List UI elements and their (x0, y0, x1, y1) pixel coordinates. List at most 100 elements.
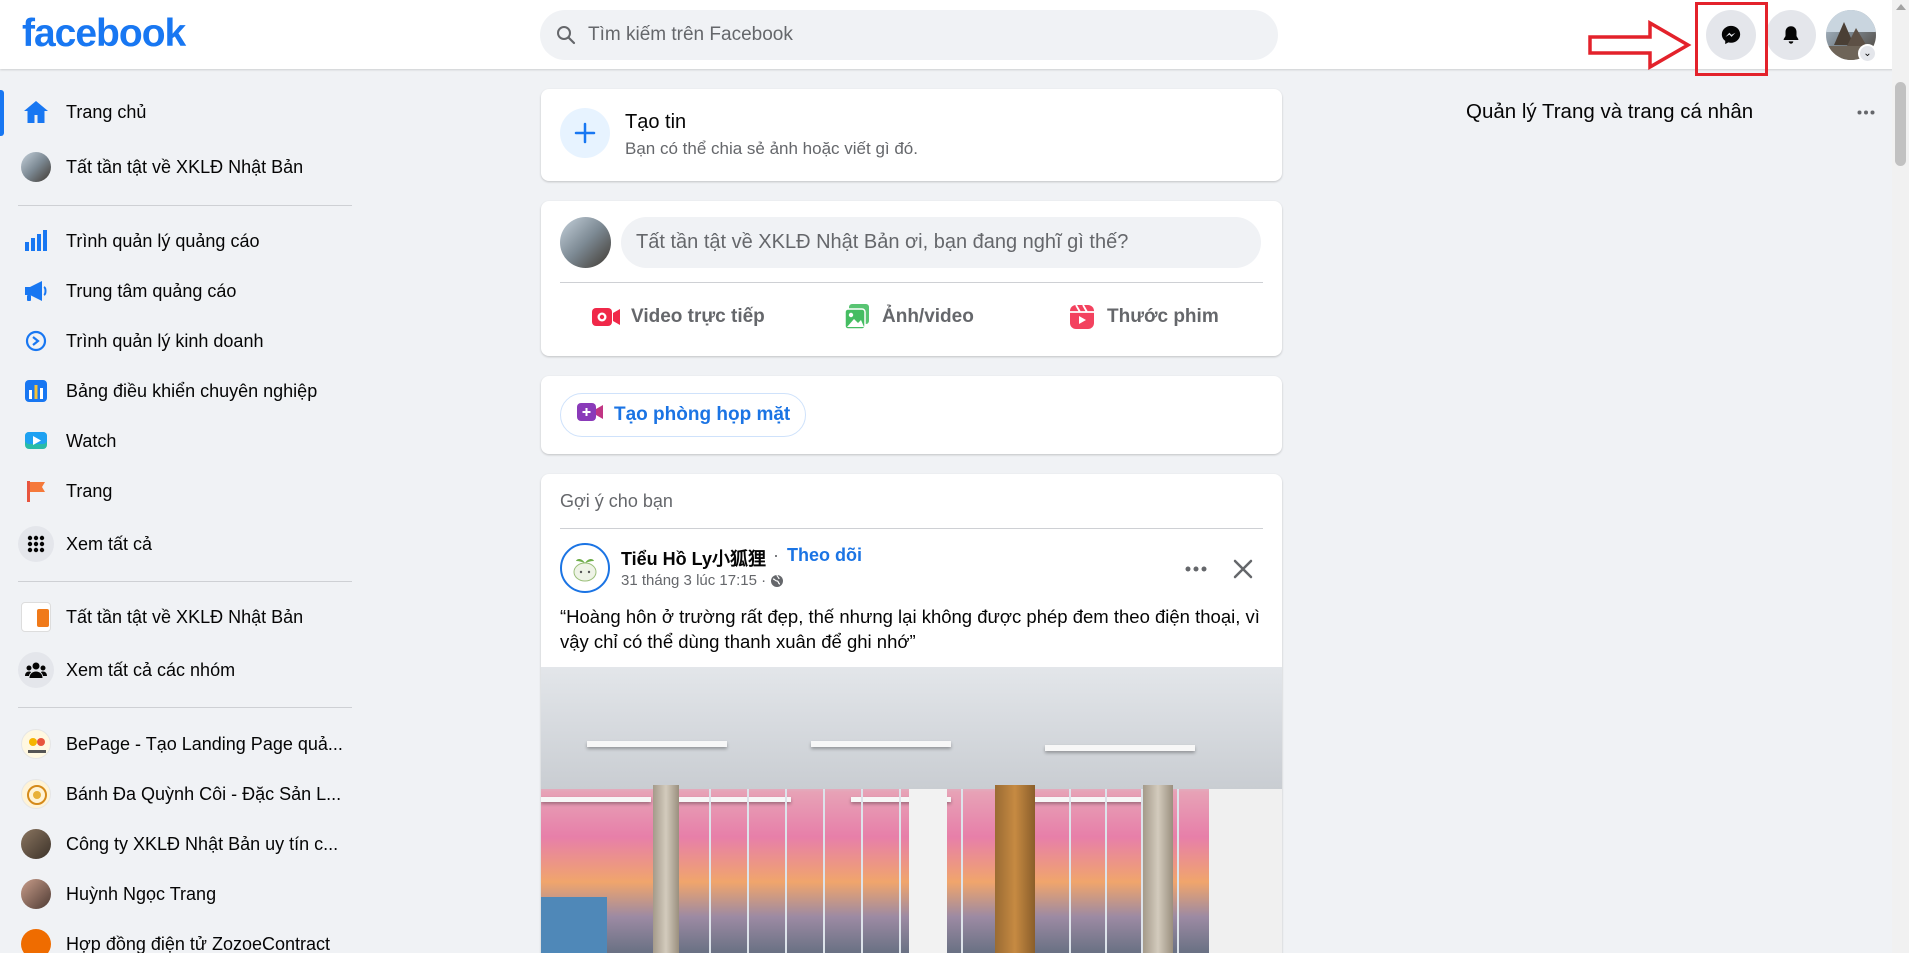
sidebar-item-business-manager[interactable]: Trình quản lý kinh doanh (8, 317, 352, 365)
sidebar-item-label: Watch (66, 430, 117, 451)
post-composer: Tất tần tật về XKLĐ Nhật Bản ơi, bạn đan… (541, 201, 1282, 356)
create-room-label: Tạo phòng họp mặt (614, 404, 791, 425)
megaphone-icon (18, 273, 54, 309)
sidebar-item-shortcut[interactable]: Công ty XKLĐ Nhật Bản uy tín c... (8, 820, 352, 868)
post-text: “Hoàng hôn ở trường rất đẹp, thế nhưng l… (560, 606, 1260, 652)
page-avatar[interactable] (560, 543, 610, 593)
sidebar-item-ad-center[interactable]: Trung tâm quảng cáo (8, 267, 352, 315)
sidebar-item-shortcut[interactable]: BePage - Tạo Landing Page quả... (8, 720, 352, 768)
sidebar-item-label: Bảng điều khiển chuyên nghiệp (66, 380, 318, 401)
search-icon (557, 26, 576, 45)
globe-icon (771, 574, 784, 587)
sidebar-item-all-groups[interactable]: Xem tất cả các nhóm (8, 646, 352, 694)
pillar (909, 789, 947, 953)
sidebar-divider (18, 581, 352, 582)
more-options-button[interactable] (1177, 550, 1215, 588)
post-timestamp[interactable]: 31 tháng 3 lúc 17:15 · (621, 572, 784, 589)
scroll-up-arrow[interactable] (1896, 4, 1906, 10)
profile-avatar[interactable] (560, 217, 611, 268)
ads-manager-icon (18, 223, 54, 259)
plus-icon[interactable] (560, 108, 610, 158)
more-options-button[interactable] (1852, 98, 1880, 126)
create-story-title: Tạo tin (625, 111, 687, 133)
reels-button[interactable]: Thước phim (1067, 299, 1219, 335)
chevron-down-icon[interactable]: ⌄ (1858, 44, 1877, 63)
sidebar-item-label: BePage - Tạo Landing Page quả... (66, 733, 343, 754)
sidebar-item-label: Tất tần tật về XKLĐ Nhật Bản (66, 606, 304, 627)
follow-button[interactable]: Theo dõi (787, 545, 862, 566)
ceiling-lamp (1045, 745, 1195, 751)
notifications-button[interactable] (1766, 10, 1816, 60)
post-image[interactable] (541, 667, 1282, 953)
profile-avatar (21, 879, 51, 909)
search-input[interactable] (588, 24, 1238, 46)
lockers (541, 897, 607, 953)
sidebar-item-shortcut[interactable]: Huỳnh Ngọc Trang (8, 870, 352, 918)
sidebar-item-profile[interactable]: Tất tần tật về XKLĐ Nhật Bản (8, 143, 352, 191)
reels-icon (1067, 302, 1097, 332)
grid-icon (18, 526, 54, 562)
groups-icon (18, 652, 54, 688)
sidebar-divider (18, 205, 352, 206)
sidebar-item-label: Trình quản lý kinh doanh (66, 330, 264, 351)
photo-video-label: Ảnh/video (882, 306, 974, 327)
close-button[interactable] (1224, 550, 1262, 588)
live-video-button[interactable]: Video trực tiếp (591, 299, 765, 335)
curtain (653, 785, 679, 953)
more-icon (1185, 566, 1207, 572)
post-time-text: 31 tháng 3 lúc 17:15 · (621, 572, 767, 589)
sidebar-item-label: Trang chủ (66, 101, 147, 122)
create-story-subtitle: Bạn có thể chia sẻ ảnh hoặc viết gì đó. (625, 139, 918, 158)
home-icon (18, 94, 54, 130)
group-avatar (21, 602, 51, 632)
sidebar-item-shortcut[interactable]: Hợp đồng điện tử ZozoeContract (8, 920, 352, 953)
sidebar-item-see-all[interactable]: Xem tất cả (8, 520, 352, 568)
scrollbar[interactable] (1892, 0, 1909, 953)
sidebar-item-group[interactable]: Tất tần tật về XKLĐ Nhật Bản (8, 593, 352, 641)
close-icon (1233, 559, 1253, 579)
business-manager-icon (18, 323, 54, 359)
sidebar-divider (18, 707, 352, 708)
sidebar-item-ads-manager[interactable]: Trình quản lý quảng cáo (8, 217, 352, 265)
sidebar-item-label: Xem tất cả (66, 533, 153, 554)
scrollbar-thumb[interactable] (1895, 82, 1906, 166)
sidebar-item-pages[interactable]: Trang (8, 467, 352, 515)
sidebar-item-label: Huỳnh Ngọc Trang (66, 883, 217, 904)
create-room-button[interactable]: Tạo phòng họp mặt (560, 393, 807, 437)
page-avatar (21, 779, 51, 809)
page-avatar (21, 829, 51, 859)
search-bar[interactable] (540, 10, 1278, 60)
post-author-name[interactable]: Tiểu Hồ Ly小狐狸 (621, 545, 766, 571)
page-avatar (21, 929, 51, 953)
suggestion-divider (560, 528, 1263, 529)
separator-dot: · (773, 545, 779, 565)
sidebar-item-professional-dashboard[interactable]: Bảng điều khiển chuyên nghiệp (8, 367, 352, 415)
room-card: Tạo phòng họp mặt (541, 376, 1282, 454)
composer-input[interactable]: Tất tần tật về XKLĐ Nhật Bản ơi, bạn đan… (621, 217, 1261, 268)
composer-divider (560, 282, 1263, 283)
reels-label: Thước phim (1107, 306, 1219, 327)
sidebar-item-shortcut[interactable]: Bánh Đa Quỳnh Côi - Đặc Sản L... (8, 770, 352, 818)
photo-video-button[interactable]: Ảnh/video (842, 299, 974, 335)
sidebar-item-home[interactable]: Trang chủ (8, 88, 352, 136)
sidebar-item-label: Hợp đồng điện tử ZozoeContract (66, 933, 330, 953)
ceiling (541, 667, 1282, 789)
sidebar-item-label: Xem tất cả các nhóm (66, 659, 236, 680)
profile-avatar (21, 152, 51, 182)
sidebar-item-label: Trung tâm quảng cáo (66, 280, 237, 301)
live-video-label: Video trực tiếp (631, 306, 765, 327)
notification-bell-icon (1783, 26, 1799, 44)
suggested-post-card: Gợi ý cho bạn Tiểu Hồ Ly小狐狸 · Theo dõi 3… (541, 474, 1282, 953)
curtain (995, 785, 1035, 953)
sidebar-item-label: Bánh Đa Quỳnh Côi - Đặc Sản L... (66, 783, 342, 804)
sidebar-item-watch[interactable]: Watch (8, 417, 352, 465)
sidebar-item-label: Công ty XKLĐ Nhật Bản uy tín c... (66, 833, 339, 854)
create-story-card[interactable]: Tạo tin Bạn có thể chia sẻ ảnh hoặc viết… (541, 89, 1282, 181)
sidebar-item-label: Trình quản lý quảng cáo (66, 230, 260, 251)
dashboard-icon (18, 373, 54, 409)
facebook-logo[interactable]: facebook (22, 12, 186, 56)
live-video-icon (591, 302, 621, 332)
ceiling-lamp (587, 741, 727, 747)
sidebar-item-label: Tất tần tật về XKLĐ Nhật Bản (66, 156, 304, 177)
suggestion-header: Gợi ý cho bạn (560, 491, 673, 511)
